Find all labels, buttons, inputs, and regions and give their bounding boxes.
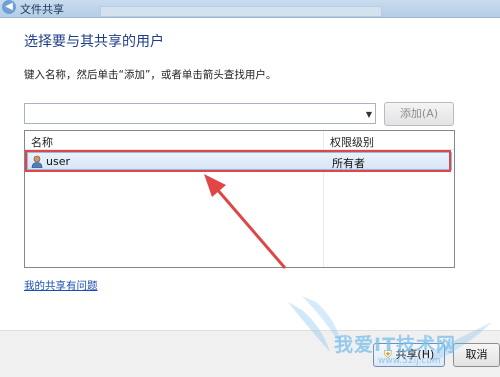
annotation-highlight-box [25, 150, 451, 172]
share-problem-link[interactable]: 我的共享有问题 [24, 278, 98, 293]
dropdown-arrow-icon[interactable]: ▼ [366, 110, 372, 119]
share-button-label: 共享(H) [395, 348, 435, 361]
user-name-combobox[interactable]: ▼ [24, 103, 376, 124]
column-name-header[interactable]: 名称 [31, 134, 53, 150]
shield-icon: ⛨ [383, 348, 392, 361]
cancel-button[interactable]: 取消 [453, 343, 500, 367]
column-permission-header[interactable]: 权限级别 [330, 134, 374, 150]
address-bar [100, 6, 382, 17]
instruction-text: 键入名称，然后单击“添加”，或者单击箭头查找用户。 [24, 69, 277, 81]
back-arrow-icon[interactable]: ◀ [2, 0, 16, 14]
add-button[interactable]: 添加(A) [384, 102, 454, 126]
window-titlebar: ◀ 文件共享 [0, 0, 500, 18]
share-button[interactable]: ⛨ 共享(H) [373, 343, 445, 367]
list-header: 名称 权限级别 [25, 131, 454, 150]
window-title: 文件共享 [20, 3, 64, 16]
dialog-heading: 选择要与其共享的用户 [24, 34, 164, 50]
